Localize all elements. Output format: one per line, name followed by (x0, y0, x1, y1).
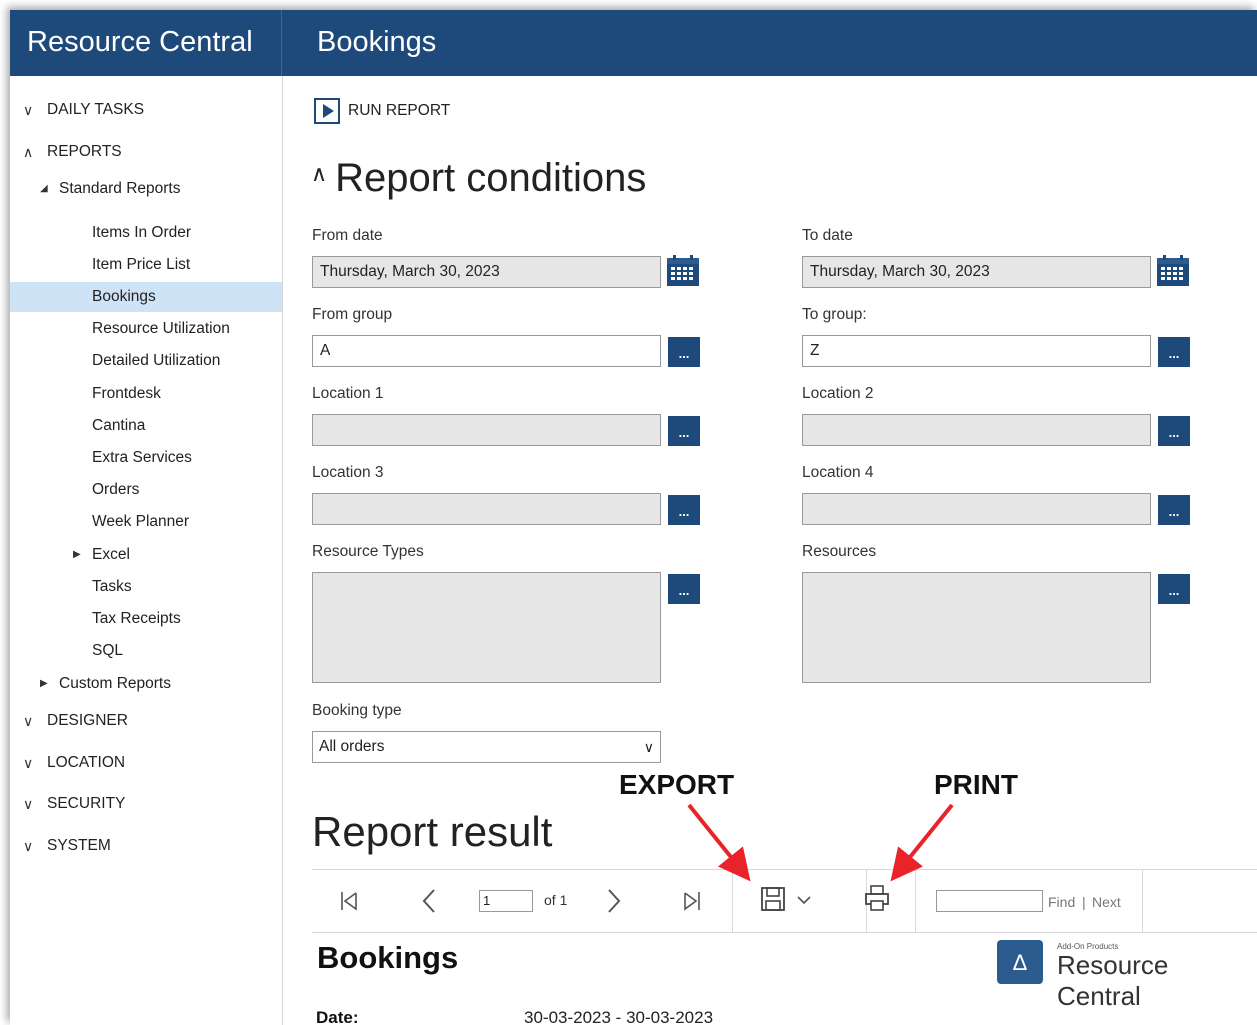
sidebar-item-extra-services[interactable]: Extra Services (10, 443, 282, 473)
export-arrow-icon (687, 803, 751, 882)
sidebar-item-orders[interactable]: Orders (10, 475, 282, 505)
chevron-down-icon: ∨ (23, 713, 34, 729)
nav-system[interactable]: ∨ SYSTEM (10, 831, 282, 861)
chevron-down-icon: ∨ (23, 102, 34, 118)
nav-designer[interactable]: ∨ DESIGNER (10, 706, 282, 736)
chevron-down-icon: ∨ (23, 838, 34, 854)
sidebar-item-detailed-utilization[interactable]: Detailed Utilization (10, 346, 282, 376)
sidebar-item-frontdesk[interactable]: Frontdesk (10, 379, 282, 409)
chevron-up-icon: ∧ (23, 144, 34, 160)
app-window: Resource Central Bookings ∨ DAILY TASKS … (10, 10, 1257, 1025)
chevron-down-icon: ∨ (23, 796, 34, 812)
sidebar-item-bookings[interactable]: Bookings (10, 282, 282, 312)
sidebar-item-cantina[interactable]: Cantina (10, 411, 282, 441)
sidebar-item-excel[interactable]: ▶ Excel (10, 540, 282, 570)
annotation-arrows (687, 803, 954, 882)
sidebar: ∨ DAILY TASKS ∧ REPORTS ◢ Standard Repor… (10, 76, 283, 1025)
app-title: Resource Central (10, 10, 282, 76)
sidebar-item-items-in-order[interactable]: Items In Order (10, 218, 282, 248)
collapsed-triangle-icon: ▶ (73, 549, 81, 560)
nav-daily-tasks[interactable]: ∨ DAILY TASKS (10, 95, 282, 125)
nav-location[interactable]: ∨ LOCATION (10, 748, 282, 778)
tree-standard-reports[interactable]: ◢ Standard Reports (10, 175, 282, 203)
sidebar-item-item-price-list[interactable]: Item Price List (10, 250, 282, 280)
sidebar-item-tax-receipts[interactable]: Tax Receipts (10, 604, 282, 634)
sidebar-item-week-planner[interactable]: Week Planner (10, 507, 282, 537)
page-title: Bookings (317, 26, 437, 58)
chevron-down-icon: ∨ (23, 755, 34, 771)
main-content: RUN REPORT ∧ Report conditions From date … (283, 76, 1257, 1025)
tree-custom-reports[interactable]: ▶ Custom Reports (10, 670, 282, 698)
sidebar-item-sql[interactable]: SQL (10, 636, 282, 666)
nav-reports[interactable]: ∧ REPORTS (10, 137, 282, 167)
print-arrow-icon (890, 803, 954, 882)
nav-security[interactable]: ∨ SECURITY (10, 789, 282, 819)
expanded-triangle-icon: ◢ (40, 183, 48, 194)
sidebar-item-resource-utilization[interactable]: Resource Utilization (10, 314, 282, 344)
sidebar-item-tasks[interactable]: Tasks (10, 572, 282, 602)
top-bar: Resource Central Bookings (10, 10, 1257, 76)
collapsed-triangle-icon: ▶ (40, 678, 48, 689)
